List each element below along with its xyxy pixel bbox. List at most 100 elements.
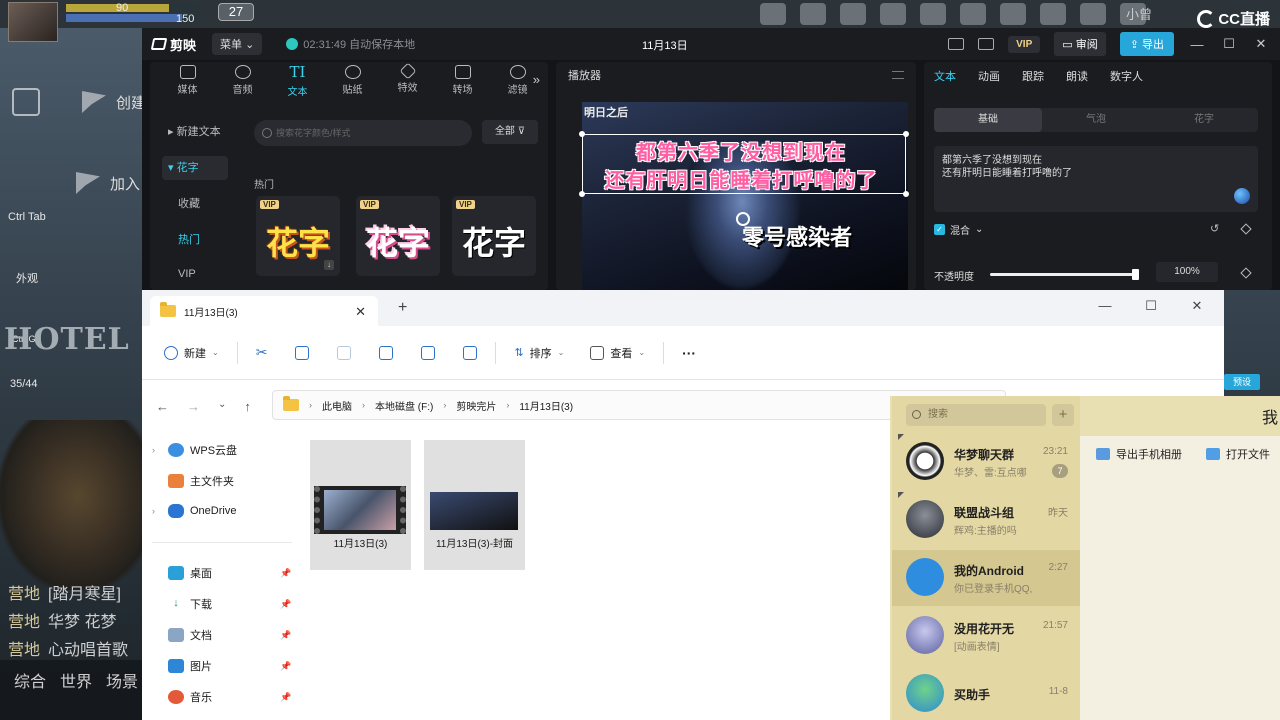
player-avatar[interactable]	[8, 2, 58, 42]
category-huazi[interactable]: ▾ 花字	[162, 156, 228, 180]
view-button[interactable]: 查看 ⌄	[586, 339, 649, 367]
chat-item[interactable]: 买助手 11-8	[892, 666, 1080, 720]
rename-button[interactable]	[375, 339, 397, 367]
explorer-tab[interactable]: 11月13日(3) ✕	[150, 296, 378, 326]
pin-icon[interactable]: 📌	[280, 661, 291, 672]
checkbox-icon[interactable]: ✓	[934, 224, 945, 235]
chat-item[interactable]: 我的Android 你已登录手机QQ, 2:27	[892, 550, 1080, 606]
filter-all-button[interactable]: 全部 ⊽	[482, 120, 538, 144]
reset-icon[interactable]: ↺	[1210, 222, 1219, 235]
nav-music[interactable]: 音乐 📌	[152, 689, 291, 705]
huazi-style-white[interactable]: VIP 花字	[452, 196, 536, 276]
more-tools-icon[interactable]: »	[533, 72, 540, 87]
opacity-slider[interactable]	[990, 269, 1139, 280]
export-album-button[interactable]: 导出手机相册	[1096, 446, 1182, 462]
add-icon[interactable]: +	[1052, 404, 1074, 426]
keyboard-icon[interactable]	[948, 38, 965, 50]
category-hot[interactable]: 热门	[162, 228, 228, 252]
minimize-icon[interactable]: —	[1188, 37, 1206, 52]
paste-button[interactable]	[333, 339, 355, 367]
chat-tab-general[interactable]: 综合	[14, 668, 46, 692]
file-item-cover[interactable]: 11月13日(3)-封面	[424, 440, 525, 570]
tab-read-aloud[interactable]: 朗读	[1066, 68, 1088, 84]
chat-tab-world[interactable]: 世界	[60, 668, 92, 692]
game-menu-create[interactable]: 创建	[12, 88, 146, 116]
tool-audio[interactable]: 音频	[215, 62, 270, 100]
close-tab-icon[interactable]: ✕	[355, 304, 366, 320]
hud-icon[interactable]	[960, 3, 986, 25]
hud-icon[interactable]	[840, 3, 866, 25]
video-preview[interactable]: 明日之后 零号感染者	[582, 102, 908, 290]
maximize-icon[interactable]: ☐	[1220, 36, 1238, 52]
hud-icon[interactable]	[1040, 3, 1066, 25]
tool-sticker[interactable]: 贴纸	[325, 62, 380, 100]
breadcrumb-current[interactable]: 11月13日(3)	[519, 398, 573, 413]
chat-item[interactable]: 华梦聊天群 华梦、雷:互点哪 23:21 7	[892, 434, 1080, 490]
cut-button[interactable]: ✂	[252, 339, 272, 367]
hud-icon[interactable]	[800, 3, 826, 25]
tool-transition[interactable]: 转场	[435, 62, 490, 100]
open-file-button[interactable]: 打开文件	[1206, 446, 1270, 462]
tab-text[interactable]: 文本	[934, 68, 956, 84]
text-content-field[interactable]: 都第六季了没想到现在 还有肝明日能睡着打呼噜的了	[934, 146, 1258, 212]
subtab-bubble[interactable]: 气泡	[1042, 108, 1150, 132]
menu-icon[interactable]	[892, 71, 904, 79]
appearance-label[interactable]: 外观	[16, 270, 38, 286]
recent-dropdown-icon[interactable]: ⌄	[218, 399, 226, 414]
chat-item[interactable]: 没用花开无 [动画表情] 21:57	[892, 608, 1080, 664]
delete-button[interactable]	[459, 339, 481, 367]
vip-button[interactable]: VIP	[1008, 35, 1041, 53]
nav-pictures[interactable]: 图片 📌	[152, 658, 291, 674]
hud-icon[interactable]	[880, 3, 906, 25]
tab-tracking[interactable]: 跟踪	[1022, 68, 1044, 84]
sort-button[interactable]: ⇅ 排序 ⌄	[510, 339, 568, 367]
more-options-button[interactable]: ···	[678, 339, 700, 367]
review-button[interactable]: ▭ 审阅	[1054, 32, 1106, 56]
copy-button[interactable]	[291, 339, 313, 367]
category-vip[interactable]: VIP	[162, 262, 228, 286]
layout-icon[interactable]	[978, 38, 995, 50]
nav-desktop[interactable]: 桌面 📌	[152, 565, 291, 581]
category-new-text[interactable]: ▸ 新建文本	[162, 120, 228, 144]
pin-icon[interactable]: 📌	[280, 630, 291, 641]
pin-icon[interactable]: 📌	[280, 568, 291, 579]
subtab-basic[interactable]: 基础	[934, 108, 1042, 132]
tab-animation[interactable]: 动画	[978, 68, 1000, 84]
breadcrumb-drive[interactable]: 本地磁盘 (F:)	[375, 398, 433, 413]
minimize-icon[interactable]: —	[1082, 294, 1128, 318]
hud-icon[interactable]	[1080, 3, 1106, 25]
tab-digital-human[interactable]: 数字人	[1110, 68, 1143, 84]
nav-downloads[interactable]: ↓ 下载 📌	[152, 596, 291, 612]
nav-onedrive[interactable]: › OneDrive	[152, 504, 236, 518]
hud-icon[interactable]	[920, 3, 946, 25]
keyframe-icon[interactable]	[1240, 267, 1252, 279]
game-menu-join[interactable]: 加入	[76, 172, 140, 194]
tool-media[interactable]: 媒体	[160, 62, 215, 100]
back-icon[interactable]: ←	[156, 399, 169, 414]
chat-item[interactable]: 联盟战斗组 辉鸡:主播的吗 昨天	[892, 492, 1080, 548]
new-button[interactable]: 新建 ⌄	[160, 339, 223, 367]
up-icon[interactable]: ↑	[244, 399, 251, 414]
file-item-video[interactable]: 11月13日(3)	[310, 440, 411, 570]
breadcrumb-this-pc[interactable]: 此电脑	[322, 398, 352, 413]
huazi-search-input[interactable]: 搜索花字颜色/样式	[254, 120, 472, 146]
text-selection-box[interactable]	[579, 131, 909, 197]
main-menu-button[interactable]: 菜单 ⌄	[212, 33, 263, 55]
huazi-style-yellow[interactable]: VIP 花字 ↓	[256, 196, 340, 276]
close-icon[interactable]: ✕	[1252, 36, 1270, 52]
share-button[interactable]	[417, 339, 439, 367]
new-tab-icon[interactable]: +	[398, 299, 407, 317]
qq-search-input[interactable]: 搜索	[906, 404, 1046, 426]
subtab-huazi[interactable]: 花字	[1150, 108, 1258, 132]
pin-icon[interactable]: 📌	[280, 599, 291, 610]
nav-home[interactable]: 主文件夹	[152, 473, 234, 489]
breadcrumb-folder[interactable]: 剪映完片	[456, 398, 496, 413]
opacity-input[interactable]: 100%	[1156, 262, 1218, 282]
keyframe-icon[interactable]	[1240, 223, 1252, 235]
category-favorites[interactable]: 收藏	[162, 192, 228, 216]
forward-icon[interactable]: →	[187, 399, 200, 414]
tool-text[interactable]: TI 文本	[270, 62, 325, 100]
export-button[interactable]: ⇪ 导出	[1119, 32, 1174, 56]
nav-documents[interactable]: 文档 📌	[152, 627, 291, 643]
hud-icon[interactable]	[1000, 3, 1026, 25]
